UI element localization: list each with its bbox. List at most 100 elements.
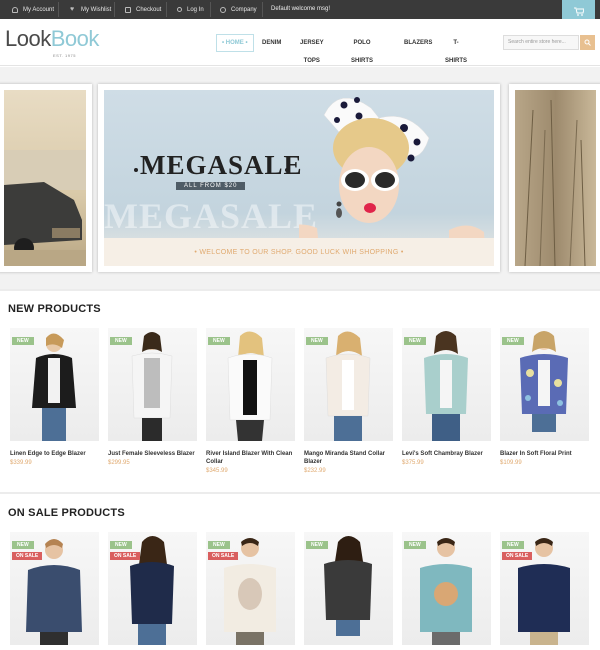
divider (58, 2, 59, 17)
heart-icon: ♥ (70, 5, 75, 13)
product-image[interactable]: NEW (402, 328, 491, 441)
nav-denim[interactable]: DENIM (262, 34, 281, 52)
my-wishlist-link[interactable]: ♥ My Wishlist (70, 0, 111, 19)
site-header: LookBook EST. 1975 • HOME • DENIM JERSEY… (0, 19, 600, 100)
on-sale-badge: ON SALE (12, 552, 43, 560)
new-badge: NEW (208, 337, 230, 345)
product-name[interactable]: Linen Edge to Edge Blazer (10, 450, 99, 458)
new-badge: NEW (12, 541, 34, 549)
megasale-title: MEGASALE (140, 150, 303, 180)
my-account-link[interactable]: My Account (12, 0, 54, 19)
product-card[interactable]: NEW (402, 532, 491, 645)
slide-image-grass (515, 90, 596, 266)
product-card[interactable]: NEW (304, 532, 393, 645)
nav-blazers[interactable]: BLAZERS (404, 34, 432, 52)
product-name[interactable]: Mango Miranda Stand Collar Blazer (304, 450, 393, 466)
car-illustration (4, 150, 86, 266)
product-image[interactable]: NEW (108, 328, 197, 441)
product-card[interactable]: NEW Just Female Sleeveless Blazer $299.9… (108, 328, 197, 466)
new-badge: NEW (110, 337, 132, 345)
divider (114, 2, 115, 17)
top-bar: My Account ♥ My Wishlist Checkout Log In… (0, 0, 600, 19)
globe-icon (220, 6, 226, 13)
nav-tshirts-vests[interactable]: T-SHIRTS & VESTS (445, 34, 467, 100)
new-badge: NEW (404, 337, 426, 345)
new-badge: NEW (306, 337, 328, 345)
log-in-link[interactable]: Log In (177, 0, 204, 19)
welcome-message: Default welcome msg! (271, 6, 331, 12)
megasale-banner: MEGASALE MEGASALE ALL FROM $20 • WELCOME… (104, 90, 494, 266)
product-price: $339.99 (10, 460, 32, 466)
title-dot-left (134, 168, 138, 172)
megasale-ghost-text: MEGASALE (104, 196, 319, 236)
section-divider (0, 492, 600, 494)
megasale-subtitle: ALL FROM $20 (176, 182, 246, 190)
product-image[interactable]: NEW ON SALE (10, 532, 99, 645)
grass-illustration (524, 99, 586, 266)
welcome-banner: • WELCOME TO OUR SHOP. GOOD LUCK WIH SHO… (104, 238, 494, 266)
product-name[interactable]: Just Female Sleeveless Blazer (108, 450, 197, 458)
product-image[interactable]: NEW (10, 328, 99, 441)
product-image[interactable]: NEW (206, 328, 295, 441)
slide-current[interactable]: MEGASALE MEGASALE ALL FROM $20 • WELCOME… (98, 84, 500, 272)
product-card[interactable]: NEW Levi's Soft Chambray Blazer $375.99 (402, 328, 491, 466)
my-wishlist-label: My Wishlist (81, 6, 112, 13)
slide-prev[interactable] (0, 84, 92, 272)
product-image[interactable]: NEW ON SALE (206, 532, 295, 645)
product-price: $375.99 (402, 460, 424, 466)
divider (166, 2, 167, 17)
product-card[interactable]: NEW ON SALE (206, 532, 295, 645)
search-input[interactable]: Search entire store here... (503, 35, 579, 50)
new-badge: NEW (306, 541, 328, 549)
slide-next[interactable] (509, 84, 600, 272)
new-badge: NEW (110, 541, 132, 549)
search-icon (584, 39, 591, 46)
product-card[interactable]: NEW ON SALE (500, 532, 589, 645)
checkout-icon (125, 6, 131, 13)
product-card[interactable]: NEW Mango Miranda Stand Collar Blazer $2… (304, 328, 393, 474)
company-label: Company (231, 6, 257, 13)
nav-jersey-tops[interactable]: JERSEY TOPS (300, 34, 324, 64)
product-name[interactable]: River Island Blazer With Clean Collar (206, 450, 295, 466)
product-image[interactable]: NEW (304, 532, 393, 645)
search-button[interactable] (580, 35, 595, 50)
product-card[interactable]: NEW Blazer In Soft Floral Print $109.99 (500, 328, 589, 466)
divider (262, 2, 263, 17)
logo-text-look: Look (5, 26, 51, 51)
checkout-link[interactable]: Checkout (125, 0, 161, 19)
product-image[interactable]: NEW ON SALE (500, 532, 589, 645)
product-image[interactable]: NEW (500, 328, 589, 441)
logo[interactable]: LookBook EST. 1975 (5, 26, 100, 59)
nav-home[interactable]: • HOME • (216, 34, 254, 52)
company-link[interactable]: Company (220, 0, 257, 19)
product-card[interactable]: NEW River Island Blazer With Clean Colla… (206, 328, 295, 474)
product-price: $299.95 (108, 460, 130, 466)
my-account-label: My Account (23, 6, 55, 13)
product-card[interactable]: NEW ON SALE (108, 532, 197, 645)
product-image[interactable]: NEW (402, 532, 491, 645)
on-sale-badge: ON SALE (502, 552, 533, 560)
section-divider (0, 289, 600, 291)
product-price: $232.99 (304, 468, 326, 474)
checkout-label: Checkout (136, 6, 162, 13)
on-sale-products-title: ON SALE PRODUCTS (8, 507, 125, 519)
title-dot-right (285, 168, 289, 172)
product-card[interactable]: NEW Linen Edge to Edge Blazer $339.99 (10, 328, 99, 466)
new-badge: NEW (502, 337, 524, 345)
log-in-label: Log In (187, 6, 204, 13)
product-card[interactable]: NEW ON SALE (10, 532, 99, 645)
new-badge: NEW (12, 337, 34, 345)
product-price: $109.99 (500, 460, 522, 466)
product-image[interactable]: NEW (304, 328, 393, 441)
product-image[interactable]: NEW ON SALE (108, 532, 197, 645)
on-sale-badge: ON SALE (110, 552, 141, 560)
cart-icon (573, 7, 584, 16)
user-icon (12, 6, 18, 13)
product-name[interactable]: Blazer In Soft Floral Print (500, 450, 589, 458)
new-badge: NEW (208, 541, 230, 549)
nav-polo-shirts[interactable]: POLO SHIRTS (351, 34, 373, 64)
on-sale-badge: ON SALE (208, 552, 239, 560)
logo-text-book: Book (50, 26, 100, 51)
new-badge: NEW (404, 541, 426, 549)
product-name[interactable]: Levi's Soft Chambray Blazer (402, 450, 491, 458)
